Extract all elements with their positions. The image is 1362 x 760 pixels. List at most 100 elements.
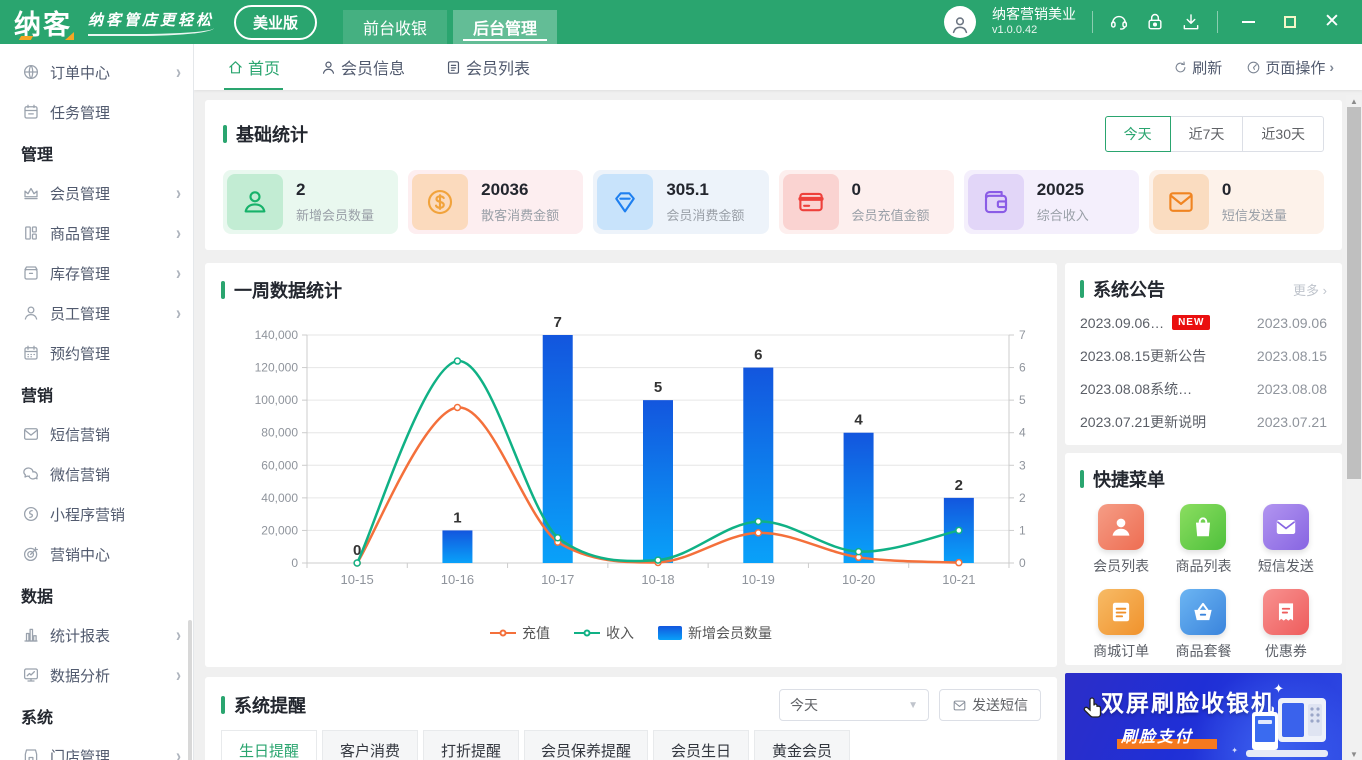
maximize-button[interactable]: [1282, 14, 1298, 30]
refresh-label: 刷新: [1192, 57, 1222, 78]
sidebar-item-label: 营销中心: [50, 544, 110, 565]
page-tabbar: 首页会员信息会员列表 刷新 页面操作 ›: [194, 44, 1362, 90]
task-icon: [22, 103, 40, 121]
chevron-right-icon: ›: [1329, 59, 1334, 75]
service-icon[interactable]: [1109, 12, 1129, 32]
range-button[interactable]: 今天: [1105, 116, 1171, 152]
more-link[interactable]: 更多 ›: [1293, 280, 1327, 299]
scroll-down-arrow[interactable]: ▼: [1346, 748, 1362, 760]
reminder-tab[interactable]: 生日提醒: [221, 730, 317, 760]
sidebar-item[interactable]: 员工管理›: [0, 293, 193, 333]
sidebar-item[interactable]: 门店管理›: [0, 736, 193, 760]
svg-text:40,000: 40,000: [261, 491, 298, 505]
announcement-row[interactable]: 2023.08.15更新公告2023.08.15: [1080, 339, 1327, 372]
chevron-right-icon: ›: [176, 745, 181, 760]
report-icon: [22, 626, 40, 644]
stat-text: 0会员充值金额: [852, 180, 930, 224]
sidebar-item[interactable]: 任务管理: [0, 92, 193, 132]
svg-text:10-17: 10-17: [541, 572, 574, 587]
sidebar-item[interactable]: 库存管理›: [0, 253, 193, 293]
refresh-button[interactable]: 刷新: [1173, 57, 1222, 78]
reminder-tab[interactable]: 打折提醒: [423, 730, 519, 760]
svg-text:20,000: 20,000: [261, 523, 298, 537]
avatar[interactable]: [944, 6, 976, 38]
announcement-row[interactable]: 2023.09.06…NEW2023.09.06: [1080, 306, 1327, 339]
quick-menu-优惠券[interactable]: 优惠券: [1263, 589, 1309, 661]
stat-label: 会员充值金额: [852, 205, 930, 224]
reminder-tab[interactable]: 客户消费: [322, 730, 418, 760]
stat-card: 20025综合收入: [964, 170, 1139, 234]
reminder-date-select[interactable]: 今天 ▼: [779, 689, 929, 721]
legend-item[interactable]: 新增会员数量: [658, 623, 772, 643]
sidebar-item[interactable]: 营销中心: [0, 534, 193, 574]
sidebar-scrollbar[interactable]: [188, 620, 192, 760]
tab-会员信息[interactable]: 会员信息: [317, 44, 408, 90]
sidebar-item[interactable]: 订单中心›: [0, 52, 193, 92]
announcement-row[interactable]: 2023.08.08系统…2023.08.08: [1080, 372, 1327, 405]
quick-menu-短信发送[interactable]: 短信发送: [1258, 504, 1314, 576]
reminders-card: 系统提醒 今天 ▼ 发送短信 生日提醒客户消费打折提醒会: [205, 677, 1057, 760]
quick-menu-会员列表[interactable]: 会员列表: [1093, 504, 1149, 576]
announcement-date: 2023.08.15: [1257, 348, 1327, 364]
download-icon[interactable]: [1181, 12, 1201, 32]
sidebar-item[interactable]: 预约管理: [0, 333, 193, 373]
minimize-button[interactable]: [1240, 14, 1256, 30]
stat-card: 0会员充值金额: [779, 170, 954, 234]
sidebar-item[interactable]: 统计报表›: [0, 615, 193, 655]
quick-menu-商城订单[interactable]: 商城订单: [1093, 589, 1149, 661]
announcement-row[interactable]: 2023.07.21更新说明2023.07.21: [1080, 405, 1327, 438]
range-button[interactable]: 近7天: [1170, 116, 1244, 152]
member-add-icon: [227, 174, 283, 230]
svg-text:4: 4: [1019, 426, 1026, 440]
sidebar-item[interactable]: 微信营销: [0, 454, 193, 494]
send-sms-button[interactable]: 发送短信: [939, 689, 1041, 721]
svg-text:6: 6: [754, 347, 762, 364]
announcement-title: 2023.08.08系统…: [1080, 379, 1192, 399]
store-icon: [22, 747, 40, 760]
sms-icon: [22, 425, 40, 443]
top-tab-backoffice[interactable]: 后台管理: [453, 10, 557, 44]
legend-bar-marker: [658, 626, 682, 640]
legend-line-marker: [490, 632, 516, 634]
top-tab-cashier[interactable]: 前台收银: [343, 10, 447, 44]
tab-首页[interactable]: 首页: [224, 44, 283, 90]
page-ops-button[interactable]: 页面操作 ›: [1246, 57, 1334, 78]
card-icon: [783, 174, 839, 230]
reminder-tab[interactable]: 会员生日: [653, 730, 749, 760]
range-button[interactable]: 近30天: [1242, 116, 1324, 152]
tab-会员列表[interactable]: 会员列表: [442, 44, 533, 90]
scroll-up-arrow[interactable]: ▲: [1346, 95, 1362, 107]
page-scrollbar[interactable]: ▲ ▼: [1346, 95, 1362, 760]
stat-text: 20025综合收入: [1037, 180, 1089, 224]
stat-label: 散客消费金额: [481, 205, 559, 224]
stat-text: 305.1会员消费金额: [666, 180, 744, 224]
legend-item[interactable]: 收入: [574, 623, 634, 643]
sidebar-item[interactable]: 会员管理›: [0, 173, 193, 213]
scrollbar-thumb[interactable]: [1347, 107, 1361, 479]
sidebar-item[interactable]: 商品管理›: [0, 213, 193, 253]
quick-menu-label: 会员列表: [1093, 556, 1149, 576]
user-meta: 纳客营销美业 v1.0.0.42: [992, 6, 1076, 37]
ad-banner[interactable]: 双屏刷脸收银机 刷脸支付 ✦ ✦: [1065, 673, 1342, 760]
crown-icon: [22, 184, 40, 202]
edition-badge: 美业版: [234, 5, 317, 40]
sidebar-item[interactable]: 数据分析›: [0, 655, 193, 695]
svg-text:7: 7: [554, 314, 562, 331]
close-button[interactable]: ✕: [1324, 14, 1340, 30]
quick-menu-商品列表[interactable]: 商品列表: [1175, 504, 1231, 576]
quick-menu-商品套餐[interactable]: 商品套餐: [1175, 589, 1231, 661]
sidebar-item-label: 小程序营销: [50, 504, 125, 525]
svg-text:10-19: 10-19: [742, 572, 775, 587]
sidebar-item[interactable]: 短信营销: [0, 414, 193, 454]
lock-icon[interactable]: [1145, 12, 1165, 32]
reminder-tab[interactable]: 会员保养提醒: [524, 730, 648, 760]
legend-item[interactable]: 充值: [490, 623, 550, 643]
wechat-icon: [22, 465, 40, 483]
reminder-tab[interactable]: 黄金会员: [754, 730, 850, 760]
sidebar-item[interactable]: 小程序营销: [0, 494, 193, 534]
stat-card: 0短信发送量: [1149, 170, 1324, 234]
svg-text:1: 1: [453, 509, 461, 526]
week-chart-card: 一周数据统计 020,00040,00060,00080,000100,0001…: [205, 263, 1057, 667]
globe-icon: [22, 63, 40, 81]
stat-value: 2: [296, 180, 374, 200]
